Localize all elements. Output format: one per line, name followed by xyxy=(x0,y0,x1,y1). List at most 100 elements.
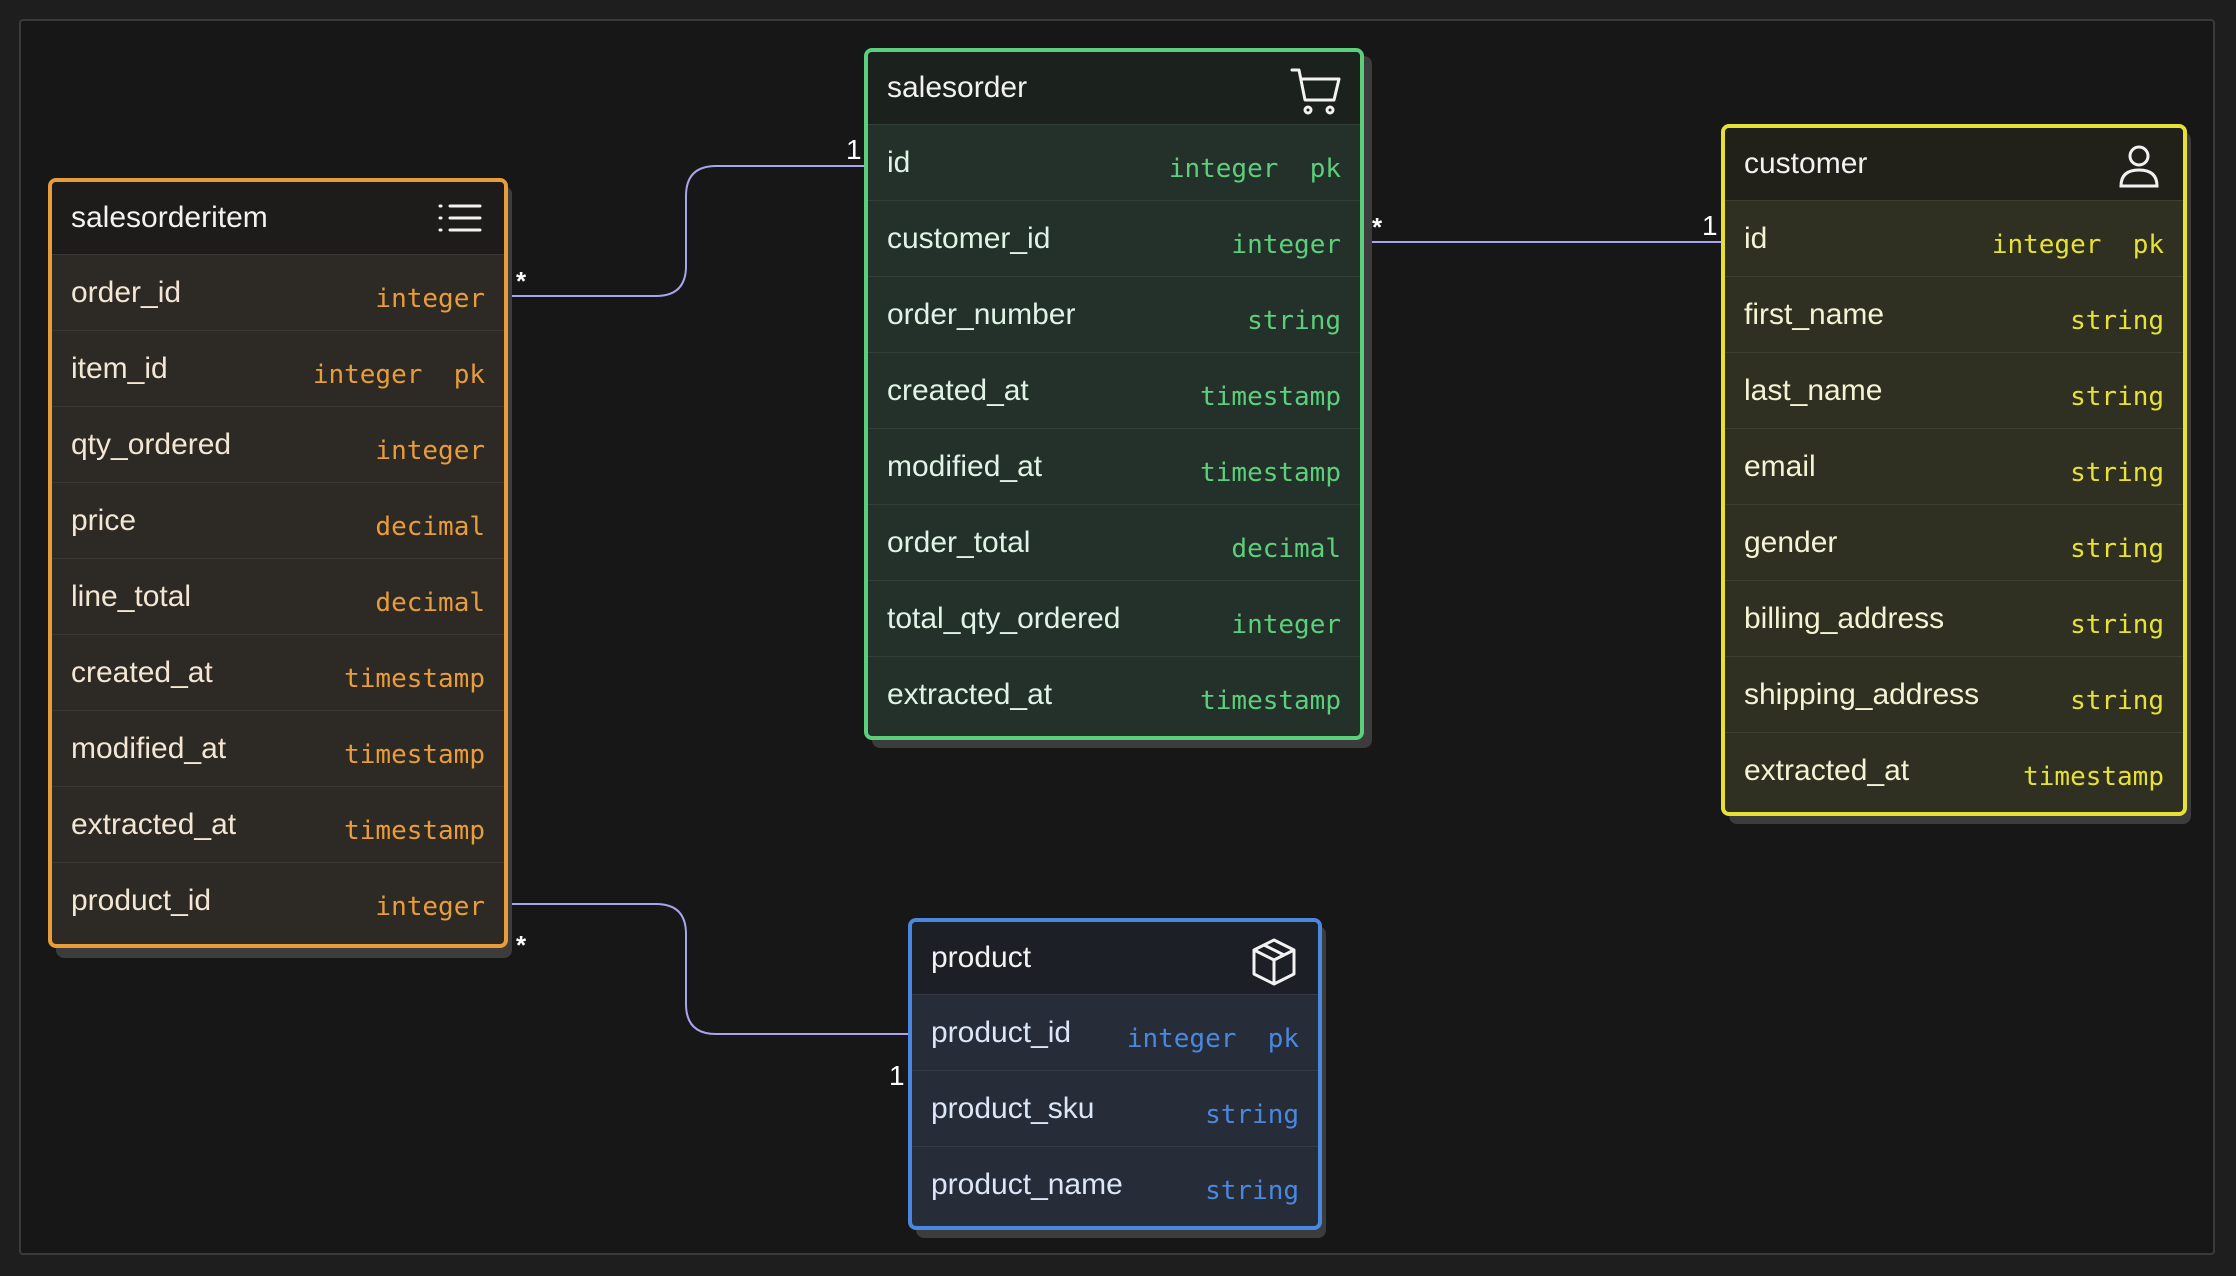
table-salesorderitem[interactable]: salesorderitem order_id integer item_id in… xyxy=(48,178,508,948)
field-row-id[interactable]: id integer pk xyxy=(1725,200,2183,276)
field-type: timestamp xyxy=(344,815,485,846)
field-type: integer xyxy=(1231,229,1341,260)
field-row-product-id[interactable]: product_id integer xyxy=(52,862,504,938)
field-name: line_total xyxy=(71,579,192,613)
field-type: string xyxy=(2070,457,2164,488)
field-type: string xyxy=(2070,609,2164,640)
field-row-item-id[interactable]: item_id integer pk xyxy=(52,330,504,406)
field-name: email xyxy=(1744,449,1816,483)
field-row-id[interactable]: id integer pk xyxy=(868,124,1360,200)
field-type: timestamp xyxy=(344,739,485,770)
field-row-last-name[interactable]: last_name string xyxy=(1725,352,2183,428)
field-type: integer pk xyxy=(1168,153,1341,184)
field-type: integer xyxy=(375,435,485,466)
field-name: id xyxy=(887,145,911,179)
field-name: order_id xyxy=(71,275,182,309)
field-type: string xyxy=(1247,305,1341,336)
field-row-customer-id[interactable]: customer_id integer xyxy=(868,200,1360,276)
table-header[interactable]: product xyxy=(912,922,1318,994)
field-name: created_at xyxy=(887,373,1029,407)
field-row-line-total[interactable]: line_total decimal xyxy=(52,558,504,634)
field-row-product-sku[interactable]: product_sku string xyxy=(912,1070,1318,1146)
field-name: extracted_at xyxy=(887,677,1053,711)
field-type: timestamp xyxy=(1200,381,1341,412)
field-name: order_number xyxy=(887,297,1076,331)
field-type: decimal xyxy=(375,587,485,618)
field-name: price xyxy=(71,503,137,537)
field-type: integer pk xyxy=(1126,1023,1299,1054)
cardinality-one-customer: 1 xyxy=(1702,210,1718,241)
field-row-modified-at[interactable]: modified_at timestamp xyxy=(52,710,504,786)
field-row-email[interactable]: email string xyxy=(1725,428,2183,504)
cardinality-one-product: 1 xyxy=(889,1060,905,1091)
field-row-created-at[interactable]: created_at timestamp xyxy=(52,634,504,710)
field-row-billing-address[interactable]: billing_address string xyxy=(1725,580,2183,656)
field-row-order-total[interactable]: order_total decimal xyxy=(868,504,1360,580)
field-row-order-id[interactable]: order_id integer xyxy=(52,254,504,330)
field-name: item_id xyxy=(71,351,168,385)
field-name: total_qty_ordered xyxy=(887,601,1121,635)
table-header[interactable]: customer xyxy=(1725,128,2183,200)
field-row-modified-at[interactable]: modified_at timestamp xyxy=(868,428,1360,504)
field-type: string xyxy=(2070,533,2164,564)
field-row-gender[interactable]: gender string xyxy=(1725,504,2183,580)
table-product[interactable]: product product_id integer pk product_sku… xyxy=(908,918,1322,1230)
field-row-first-name[interactable]: first_name string xyxy=(1725,276,2183,352)
user-icon xyxy=(2119,145,2159,188)
field-row-qty-ordered[interactable]: qty_ordered integer xyxy=(52,406,504,482)
field-name: modified_at xyxy=(71,731,227,765)
field-type: timestamp xyxy=(344,663,485,694)
field-name: last_name xyxy=(1744,373,1883,407)
table-customer[interactable]: customer id integer pk first_name string l… xyxy=(1721,124,2187,816)
field-name: qty_ordered xyxy=(71,427,232,461)
field-row-product-name[interactable]: product_name string xyxy=(912,1146,1318,1222)
field-type: timestamp xyxy=(2023,761,2164,792)
table-title: product xyxy=(931,941,1032,974)
field-name: modified_at xyxy=(887,449,1043,483)
field-type: integer pk xyxy=(1991,229,2164,260)
field-type: integer pk xyxy=(312,359,485,390)
table-header[interactable]: salesorder xyxy=(868,52,1360,124)
field-name: billing_address xyxy=(1744,601,1945,635)
field-name: customer_id xyxy=(887,221,1051,255)
field-row-shipping-address[interactable]: shipping_address string xyxy=(1725,656,2183,732)
field-name: first_name xyxy=(1744,297,1885,331)
table-salesorder[interactable]: salesorder id integer pk customer_id integ… xyxy=(864,48,1364,740)
field-row-created-at[interactable]: created_at timestamp xyxy=(868,352,1360,428)
field-name: extracted_at xyxy=(1744,753,1910,787)
cardinality-many-salesorder-customer: * xyxy=(1372,212,1383,242)
field-name: product_id xyxy=(71,883,212,917)
field-name: extracted_at xyxy=(71,807,237,841)
field-row-extracted-at[interactable]: extracted_at timestamp xyxy=(1725,732,2183,808)
table-title: customer xyxy=(1744,147,1868,180)
field-name: id xyxy=(1744,221,1768,255)
field-row-order-number[interactable]: order_number string xyxy=(868,276,1360,352)
field-row-price[interactable]: price decimal xyxy=(52,482,504,558)
field-name: order_total xyxy=(887,525,1031,559)
field-type: string xyxy=(1205,1175,1299,1206)
field-name: gender xyxy=(1744,525,1838,559)
field-type: decimal xyxy=(375,511,485,542)
field-row-total-qty-ordered[interactable]: total_qty_ordered integer xyxy=(868,580,1360,656)
field-name: product_id xyxy=(931,1015,1072,1049)
cardinality-one-salesorder: 1 xyxy=(846,134,862,165)
field-row-product-id[interactable]: product_id integer pk xyxy=(912,994,1318,1070)
field-type: string xyxy=(1205,1099,1299,1130)
field-type: string xyxy=(2070,685,2164,716)
cart-icon xyxy=(1290,68,1341,115)
field-type: timestamp xyxy=(1200,457,1341,488)
field-type: string xyxy=(2070,381,2164,412)
field-row-extracted-at[interactable]: extracted_at timestamp xyxy=(868,656,1360,732)
cardinality-many-orderitem-product: * xyxy=(516,930,527,960)
list-icon xyxy=(438,204,482,232)
field-type: string xyxy=(2070,305,2164,336)
box-icon xyxy=(1252,938,1296,986)
table-title: salesorder xyxy=(887,71,1028,104)
field-row-extracted-at[interactable]: extracted_at timestamp xyxy=(52,786,504,862)
field-name: product_name xyxy=(931,1167,1123,1201)
field-type: integer xyxy=(375,283,485,314)
field-name: product_sku xyxy=(931,1091,1095,1125)
field-type: decimal xyxy=(1231,533,1341,564)
field-name: shipping_address xyxy=(1744,677,1980,711)
table-header[interactable]: salesorderitem xyxy=(52,182,504,254)
